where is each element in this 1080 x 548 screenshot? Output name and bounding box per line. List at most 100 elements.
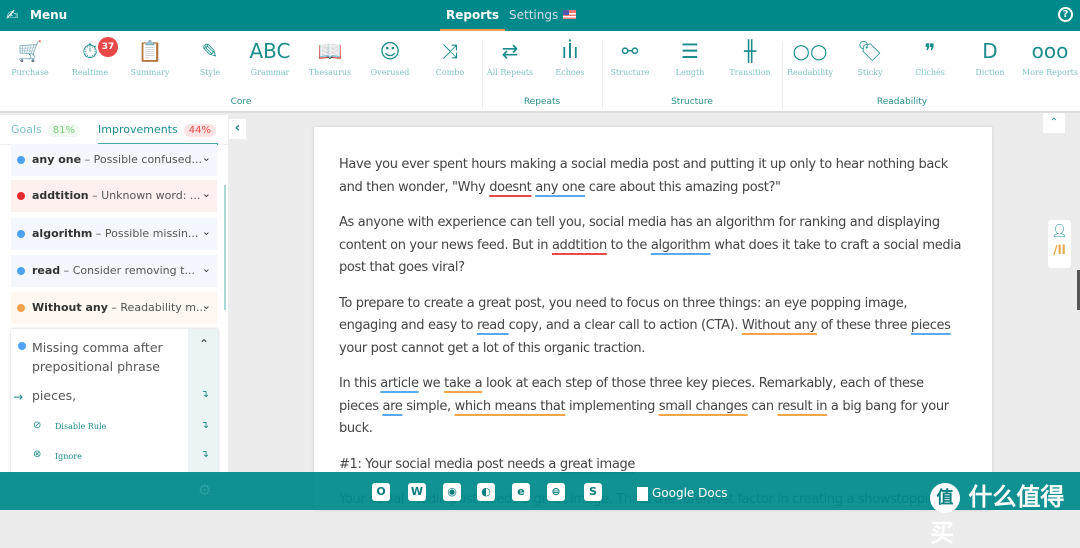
- report-transition[interactable]: ╫ Transition: [720, 37, 780, 77]
- flagged-word[interactable]: addtition: [552, 238, 607, 253]
- paragraph: Have you ever spent hours making a socia…: [339, 154, 967, 199]
- report-thesaurus[interactable]: 📖 Thesaurus: [300, 37, 360, 77]
- report-overused[interactable]: ☺ Overused: [360, 37, 420, 77]
- document-page[interactable]: Have you ever spent hours making a socia…: [314, 127, 992, 510]
- report-label: Transition: [729, 68, 771, 77]
- tag-icon: 🏷: [857, 39, 883, 63]
- report-purchase[interactable]: 🛒 Purchase: [0, 37, 60, 77]
- flagged-word[interactable]: read: [477, 318, 509, 333]
- tab-goals[interactable]: Goals 81%: [11, 123, 81, 137]
- report-grammar[interactable]: ABC Grammar: [240, 37, 300, 77]
- edge-icon[interactable]: e: [512, 483, 530, 501]
- tab-settings[interactable]: Settings: [509, 8, 577, 22]
- chrome-icon[interactable]: ◉: [443, 483, 461, 501]
- issue-separator: –: [88, 189, 102, 202]
- report-realtime[interactable]: ⏱ Realtime 37: [60, 37, 120, 77]
- chevron-down-icon[interactable]: ⌄: [202, 151, 211, 164]
- ruler-icon: ☰: [681, 39, 699, 63]
- scroll-up-button[interactable]: ⌃: [1043, 113, 1065, 133]
- flagged-word[interactable]: article: [380, 376, 419, 391]
- report-summary[interactable]: 📋 Summary: [120, 37, 180, 77]
- flagged-word[interactable]: algorithm: [651, 238, 711, 253]
- report-label: Clichés: [915, 68, 945, 77]
- issue-word: read: [32, 264, 61, 277]
- chevron-down-icon[interactable]: ⌄: [202, 299, 211, 312]
- tab-reports[interactable]: Reports: [439, 8, 506, 31]
- flagged-word[interactable]: Without any: [742, 318, 817, 333]
- report-combo[interactable]: ⤨ Combo: [420, 37, 480, 77]
- report-style[interactable]: ✎ Style: [180, 37, 240, 77]
- google-docs-icon: [637, 486, 648, 501]
- report-diction[interactable]: D Diction: [960, 37, 1020, 77]
- quote-bubble-icon: ❞: [924, 39, 936, 63]
- flagged-word[interactable]: which means that: [455, 399, 566, 414]
- issue-item[interactable]: read – Consider removing t... ⌄: [11, 255, 217, 287]
- issue-description: Readability m...: [120, 301, 207, 314]
- sidebar-scrollbar[interactable]: [224, 185, 226, 310]
- flagged-word[interactable]: great image: [560, 457, 636, 472]
- ignore-x-icon: ⊗: [33, 449, 42, 460]
- report-length[interactable]: ☰ Length: [660, 37, 720, 77]
- flagged-word[interactable]: small changes: [659, 399, 748, 414]
- google-docs-label: Google Docs: [652, 486, 728, 500]
- issue-item[interactable]: Without any – Readability m... ⌄: [11, 292, 217, 324]
- firefox-icon[interactable]: ◐: [477, 483, 495, 501]
- report-label: Thesaurus: [308, 68, 352, 77]
- report-all-repeats[interactable]: ⇄ All Repeats: [480, 37, 540, 77]
- help-icon[interactable]: ?: [1058, 7, 1073, 22]
- shuffle-icon: ⤨: [442, 39, 458, 63]
- user-icon[interactable]: 👤︎: [1048, 224, 1071, 239]
- issue-item[interactable]: addtition – Unknown word: ... ⌄: [11, 180, 217, 212]
- menu-button[interactable]: Menu: [30, 8, 67, 22]
- report-clich-s[interactable]: ❞ Clichés: [900, 37, 960, 77]
- text-segment: #1: Your social media post needs a: [339, 456, 560, 472]
- report-label: Summary: [130, 68, 170, 77]
- issue-separator: –: [81, 153, 94, 166]
- report-structure[interactable]: ⚯ Structure: [600, 37, 660, 77]
- issue-separator: –: [92, 227, 105, 240]
- outlook-icon[interactable]: O: [372, 483, 390, 501]
- report-echoes[interactable]: ıİı Echoes: [540, 37, 600, 77]
- flagged-word[interactable]: are: [382, 399, 402, 414]
- report-label: More Reports: [1022, 68, 1078, 77]
- abc-check-icon: ABC: [249, 39, 291, 63]
- expanded-issue-card: Missing comma after prepositional phrase…: [11, 329, 218, 475]
- ignore-button[interactable]: Ignore: [55, 452, 82, 461]
- issue-item[interactable]: algorithm – Possible missin... ⌄: [11, 218, 217, 250]
- chevron-down-icon[interactable]: ⌄: [202, 262, 211, 275]
- flagged-word[interactable]: take a: [444, 376, 482, 391]
- flagged-word[interactable]: result in: [778, 399, 828, 414]
- stats-bars-icon[interactable]: /ll: [1048, 243, 1071, 257]
- report-readability[interactable]: ○○ Readability: [780, 37, 840, 77]
- goals-percent: 81%: [47, 124, 81, 137]
- apply-arrow-icon[interactable]: ↴: [201, 449, 209, 460]
- gear-icon[interactable]: ⚙: [198, 481, 211, 499]
- flagged-word[interactable]: pieces: [911, 318, 951, 333]
- realtime-count-badge: 37: [98, 37, 118, 57]
- cloud-icon[interactable]: ⊜: [547, 483, 565, 501]
- report-label: Echoes: [555, 68, 585, 77]
- chevron-up-icon[interactable]: ⌃: [199, 337, 209, 351]
- logo-icon: ✍: [6, 6, 19, 24]
- word-icon[interactable]: W: [408, 483, 426, 501]
- google-docs-link[interactable]: Google Docs: [637, 486, 728, 501]
- report-more-reports[interactable]: ooo More Reports: [1020, 37, 1080, 77]
- chevron-down-icon[interactable]: ⌄: [202, 225, 211, 238]
- report-label: Length: [675, 68, 705, 77]
- apply-arrow-icon[interactable]: ↴: [201, 420, 209, 431]
- report-label: Style: [199, 68, 221, 77]
- scrivener-icon[interactable]: S: [584, 483, 602, 501]
- improvements-percent: 44%: [183, 124, 216, 137]
- issue-item[interactable]: any one – Possible confused... ⌄: [11, 144, 217, 176]
- collapse-sidebar-button[interactable]: ‹: [229, 119, 246, 139]
- tab-improvements[interactable]: Improvements 44%: [98, 123, 216, 137]
- chevron-down-icon[interactable]: ⌄: [202, 187, 211, 200]
- flagged-word[interactable]: doesnt: [489, 180, 532, 195]
- tab-settings-label: Settings: [509, 8, 559, 22]
- report-sticky[interactable]: 🏷 Sticky: [840, 37, 900, 77]
- disable-rule-button[interactable]: Disable Rule: [55, 422, 106, 431]
- eye-off-icon: ⊘: [33, 420, 42, 431]
- apply-arrow-icon[interactable]: ↴: [201, 389, 209, 400]
- suggestion-pieces[interactable]: pieces,: [32, 388, 76, 403]
- flagged-word[interactable]: any one: [535, 180, 585, 195]
